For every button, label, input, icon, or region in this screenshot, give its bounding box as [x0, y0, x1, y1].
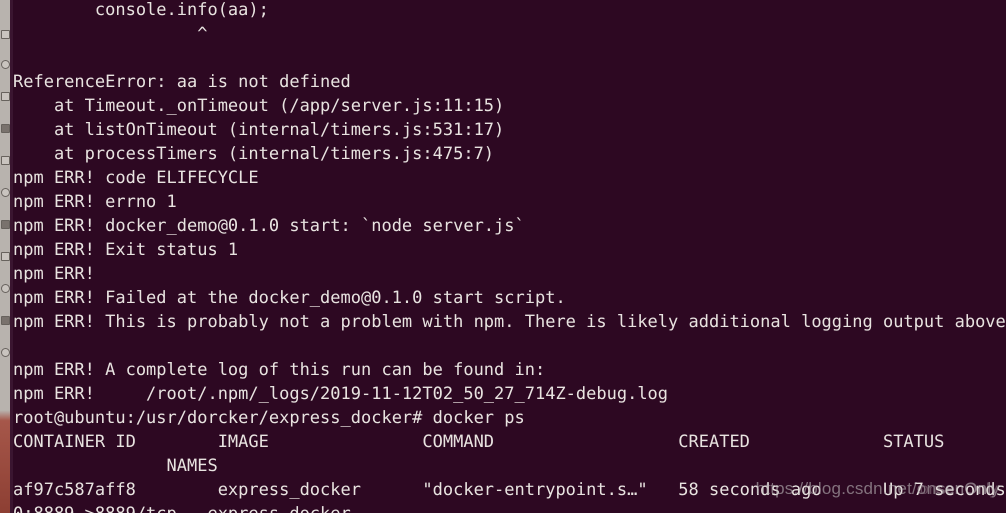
- docker-ps-header-row: CONTAINER ID IMAGE COMMAND CREATED STATU…: [13, 432, 945, 452]
- launcher-icon-files[interactable]: [1, 30, 10, 39]
- launcher-icon-writer[interactable]: [1, 92, 10, 101]
- terminal-line-npm-err: npm ERR! Exit status 1: [13, 240, 239, 260]
- terminal-line-npm-err: npm ERR! errno 1: [13, 192, 177, 212]
- terminal-line-error: ReferenceError: aa is not defined: [13, 72, 351, 92]
- launcher-icon-amazon[interactable]: [1, 252, 10, 261]
- csdn-watermark: https://blog.csdn.net/onsenOnly onsenOnl…: [756, 479, 1000, 499]
- launcher-icon-impress[interactable]: [1, 156, 10, 165]
- docker-ps-header-wrap: NAMES: [13, 456, 218, 476]
- terminal-line-npm-err: npm ERR! A complete log of this run can …: [13, 360, 546, 380]
- terminal-line-npm-err: npm ERR! Failed at the docker_demo@0.1.0…: [13, 288, 566, 308]
- launcher-icon-settings[interactable]: [1, 220, 10, 229]
- terminal-line-stack: at processTimers (internal/timers.js:475…: [13, 144, 495, 164]
- launcher-icon-terminal[interactable]: [1, 316, 10, 325]
- launcher-icon-calc[interactable]: [1, 124, 10, 133]
- terminal-prompt-line[interactable]: root@ubuntu:/usr/dorcker/express_docker#…: [0, 406, 1006, 430]
- terminal-window[interactable]: console.info(aa); ^ ReferenceError: aa i…: [0, 0, 1006, 513]
- terminal-line-stack: at Timeout._onTimeout (/app/server.js:11…: [13, 96, 505, 116]
- launcher-icon-trash[interactable]: [1, 348, 10, 357]
- terminal-line: console.info(aa);: [13, 0, 269, 20]
- watermark-stamp: onsenOnly: [919, 481, 998, 498]
- terminal-output[interactable]: console.info(aa); ^ ReferenceError: aa i…: [0, 0, 1006, 513]
- unity-launcher-strip[interactable]: [0, 0, 10, 513]
- terminal-line-npm-err: npm ERR! docker_demo@0.1.0 start: `node …: [13, 216, 525, 236]
- window-left-border: [10, 0, 13, 513]
- docker-ps-row-wrap: 0:8889->8889/tcp express_docker: [0, 502, 1006, 513]
- terminal-line-caret: ^: [13, 24, 208, 44]
- terminal-line-npm-err: npm ERR!: [13, 264, 95, 284]
- terminal-line-stack: at listOnTimeout (internal/timers.js:531…: [13, 120, 505, 140]
- terminal-line-npm-err: npm ERR! code ELIFECYCLE: [13, 168, 259, 188]
- launcher-icon-firefox[interactable]: [1, 60, 10, 69]
- launcher-icon-help[interactable]: [1, 284, 10, 293]
- launcher-icon-software[interactable]: [1, 188, 10, 197]
- terminal-line-npm-err: npm ERR! This is probably not a problem …: [13, 312, 1006, 332]
- terminal-line-log-path: npm ERR! /root/.npm/_logs/2019-11-12T02_…: [13, 384, 669, 404]
